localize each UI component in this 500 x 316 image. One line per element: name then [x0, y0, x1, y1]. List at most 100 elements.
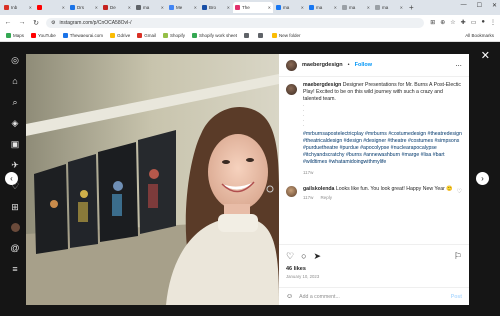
- tab-favicon-icon: [309, 5, 314, 10]
- browser-tab[interactable]: ma ✕: [134, 2, 166, 13]
- comment-username[interactable]: gailskolenda: [303, 186, 334, 192]
- previous-post-icon[interactable]: ‹: [5, 172, 18, 185]
- maximize-icon[interactable]: ☐: [477, 2, 482, 9]
- back-icon[interactable]: ←: [4, 19, 12, 26]
- bookmark-star-icon[interactable]: ☆: [450, 19, 455, 26]
- tab-close-icon[interactable]: ✕: [367, 5, 370, 10]
- add-comment-input[interactable]: Add a comment...: [299, 294, 340, 300]
- browser-tab[interactable]: ma ✕: [373, 2, 405, 13]
- home-icon[interactable]: ⌂: [10, 76, 20, 86]
- browser-tab[interactable]: Inb ✕: [2, 2, 34, 13]
- bookmark-item[interactable]: Gmail: [137, 33, 156, 38]
- share-icon[interactable]: ➤: [314, 251, 322, 262]
- window-controls: — ☐ ✕: [461, 2, 497, 9]
- tab-close-icon[interactable]: ✕: [268, 5, 271, 10]
- search-icon[interactable]: ⌕: [10, 97, 20, 107]
- caption-username[interactable]: maebergdesign: [303, 82, 341, 88]
- tab-label: The: [242, 5, 250, 10]
- tab-close-icon[interactable]: ✕: [161, 5, 164, 10]
- caption-dot: .: [303, 122, 305, 128]
- tab-close-icon[interactable]: ✕: [62, 5, 65, 10]
- address-bar[interactable]: ⚙ instagram.com/p/CnOCA58OvI-/: [46, 17, 425, 28]
- comment-emoji: 🙂: [446, 186, 453, 192]
- caption-avatar[interactable]: [286, 84, 297, 95]
- browser-tab[interactable]: ma ✕: [274, 2, 306, 13]
- bookmark-item[interactable]: YouTube: [31, 33, 56, 38]
- comments-section: maebergdesign Designer Presentations for…: [279, 82, 469, 242]
- save-icon[interactable]: ⚐: [454, 251, 462, 262]
- close-window-icon[interactable]: ✕: [492, 2, 497, 9]
- post-photo-image: [26, 54, 279, 305]
- bookmark-label: Maps: [13, 33, 25, 38]
- browser-tab[interactable]: ma ✕: [307, 2, 339, 13]
- create-icon[interactable]: ⊞: [10, 202, 20, 212]
- address-row: ← → ↻ ⚙ instagram.com/p/CnOCA58OvI-/ ⊞ ⊕…: [0, 15, 500, 30]
- tab-close-icon[interactable]: ✕: [334, 5, 337, 10]
- install-icon[interactable]: ⊞: [430, 19, 435, 26]
- browser-tab[interactable]: ma ✕: [340, 2, 372, 13]
- tab-close-icon[interactable]: ✕: [301, 5, 304, 10]
- new-tab-icon[interactable]: +: [409, 3, 414, 12]
- bookmark-item[interactable]: Shopify: [163, 33, 185, 38]
- bookmark-item[interactable]: Thewaeurai.com: [62, 33, 103, 38]
- menu-icon[interactable]: ⋮: [490, 19, 496, 26]
- browser-tab[interactable]: Bro ✕: [200, 2, 232, 13]
- emoji-icon[interactable]: ☺: [286, 293, 293, 300]
- tab-close-icon[interactable]: ✕: [194, 5, 197, 10]
- bookmark-item[interactable]: New folder: [272, 33, 301, 38]
- comment-like-icon[interactable]: ♡: [457, 188, 462, 195]
- comment-icon[interactable]: ○: [301, 251, 306, 261]
- browser-tab[interactable]: De ✕: [101, 2, 133, 13]
- profile-icon[interactable]: ●: [481, 19, 485, 26]
- forward-icon[interactable]: →: [18, 19, 26, 26]
- like-icon[interactable]: ♡: [286, 251, 294, 262]
- minimize-icon[interactable]: —: [461, 2, 467, 9]
- tab-close-icon[interactable]: ✕: [128, 5, 131, 10]
- author-avatar[interactable]: [286, 59, 297, 71]
- address-actions: ⊞ ⊕ ☆ ✚ ▭ ● ⋮: [430, 19, 496, 26]
- more-options-icon[interactable]: ...: [456, 62, 462, 68]
- bookmark-item[interactable]: Shopify work sheet: [192, 33, 237, 38]
- threads-icon[interactable]: @: [10, 243, 20, 253]
- bookmark-item[interactable]: [244, 33, 251, 38]
- reels-icon[interactable]: ▣: [10, 139, 20, 149]
- browser-tab[interactable]: The ✕: [233, 2, 273, 13]
- browser-tab-strip: Inb ✕ ✕ Drs ✕ De ✕ ma ✕ Me ✕ Bro ✕ The ✕ ma ✕ ma ✕ ma ✕ ma ✕ +: [0, 0, 500, 15]
- extensions-icon[interactable]: ✚: [461, 19, 466, 26]
- sidepanel-icon[interactable]: ▭: [471, 19, 477, 26]
- instagram-logo-icon[interactable]: ◎: [10, 55, 20, 65]
- more-menu-icon[interactable]: ≡: [10, 264, 20, 274]
- bookmark-item[interactable]: [258, 33, 265, 38]
- comment-meta: 117w Reply: [303, 195, 453, 200]
- reply-button[interactable]: Reply: [320, 195, 332, 200]
- tab-close-icon[interactable]: ✕: [29, 5, 32, 10]
- close-modal-icon[interactable]: ✕: [481, 49, 490, 62]
- author-username[interactable]: maebergdesign: [302, 62, 343, 68]
- follow-button[interactable]: Follow: [355, 62, 372, 68]
- commenter-avatar[interactable]: [286, 186, 297, 197]
- tab-close-icon[interactable]: ✕: [227, 5, 230, 10]
- browser-tab[interactable]: Me ✕: [167, 2, 199, 13]
- tab-favicon-icon: [276, 5, 281, 10]
- browser-tab[interactable]: ✕: [35, 2, 67, 13]
- caption-hashtags[interactable]: #mrburnsapostelectricplay #mrburns #cost…: [303, 131, 462, 166]
- profile-avatar-icon[interactable]: [10, 223, 20, 232]
- post-comment-button[interactable]: Post: [451, 294, 462, 300]
- zoom-icon[interactable]: ⊕: [440, 19, 445, 26]
- site-info-icon[interactable]: ⚙: [51, 20, 55, 26]
- tab-close-icon[interactable]: ✕: [95, 5, 98, 10]
- bookmark-item[interactable]: Maps: [6, 33, 24, 38]
- explore-icon[interactable]: ◈: [10, 118, 20, 128]
- post-caption: maebergdesign Designer Presentations for…: [286, 82, 462, 176]
- tab-close-icon[interactable]: ✕: [400, 5, 403, 10]
- messages-icon[interactable]: ✈: [10, 160, 20, 170]
- reload-icon[interactable]: ↻: [32, 19, 40, 27]
- comment-item: gailskolenda Looks like fun. You look gr…: [286, 186, 462, 200]
- browser-tab[interactable]: Drs ✕: [68, 2, 100, 13]
- all-bookmarks-button[interactable]: All Bookmarks: [465, 33, 494, 38]
- tab-label: ma: [316, 5, 323, 10]
- next-post-icon[interactable]: ›: [476, 172, 489, 185]
- bookmark-item[interactable]: Gdrive: [109, 33, 130, 38]
- like-count[interactable]: 46 likes: [286, 266, 462, 272]
- comment-body: gailskolenda Looks like fun. You look gr…: [303, 186, 453, 193]
